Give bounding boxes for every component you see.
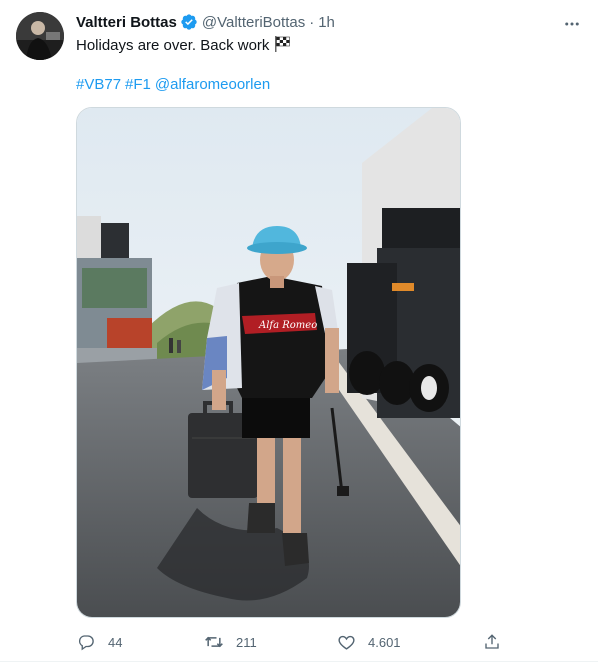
mention-link[interactable]: @alfaromeoorlen	[155, 76, 270, 93]
tweet-text: Holidays are over. Back work	[76, 37, 270, 54]
tweet-actions: 44 211 4.601	[76, 628, 506, 656]
hashtag-link[interactable]: #VB77	[76, 76, 121, 93]
retweet-count: 211	[236, 634, 257, 650]
photo-shirt-text: Alfa Romeo	[258, 320, 317, 331]
author-name[interactable]: Valtteri Bottas	[76, 14, 177, 31]
tweet-text-line: Holidays are over. Back work	[76, 35, 291, 59]
photo-illustration: Alfa Romeo	[77, 108, 460, 617]
reply-count: 44	[108, 634, 123, 650]
share-button[interactable]	[482, 628, 502, 656]
retweet-icon	[204, 632, 224, 652]
tweet[interactable]: Valtteri Bottas @ValtteriBottas · 1h Hol…	[0, 0, 598, 662]
chequered-flag-icon	[273, 35, 291, 59]
tweet-tags-line: #VB77 #F1 @alfaromeoorlen	[76, 75, 274, 95]
separator-dot: ·	[309, 13, 315, 31]
tweet-header: Valtteri Bottas @ValtteriBottas · 1h	[76, 12, 582, 32]
reply-icon	[76, 632, 96, 652]
hashtag-link[interactable]: #F1	[125, 76, 151, 93]
like-button[interactable]: 4.601	[336, 628, 401, 656]
author-handle[interactable]: @ValtteriBottas	[202, 14, 305, 31]
reply-button[interactable]: 44	[76, 628, 122, 656]
tweet-time[interactable]: 1h	[318, 14, 335, 31]
verified-badge-icon	[180, 13, 198, 31]
more-options-icon[interactable]	[560, 12, 584, 36]
avatar-photo	[16, 12, 64, 60]
like-count: 4.601	[368, 634, 401, 650]
share-icon	[482, 632, 502, 652]
tweet-photo[interactable]: Alfa Romeo	[76, 107, 461, 618]
avatar[interactable]	[16, 12, 64, 60]
retweet-button[interactable]: 211	[204, 628, 257, 656]
heart-icon	[336, 632, 356, 652]
